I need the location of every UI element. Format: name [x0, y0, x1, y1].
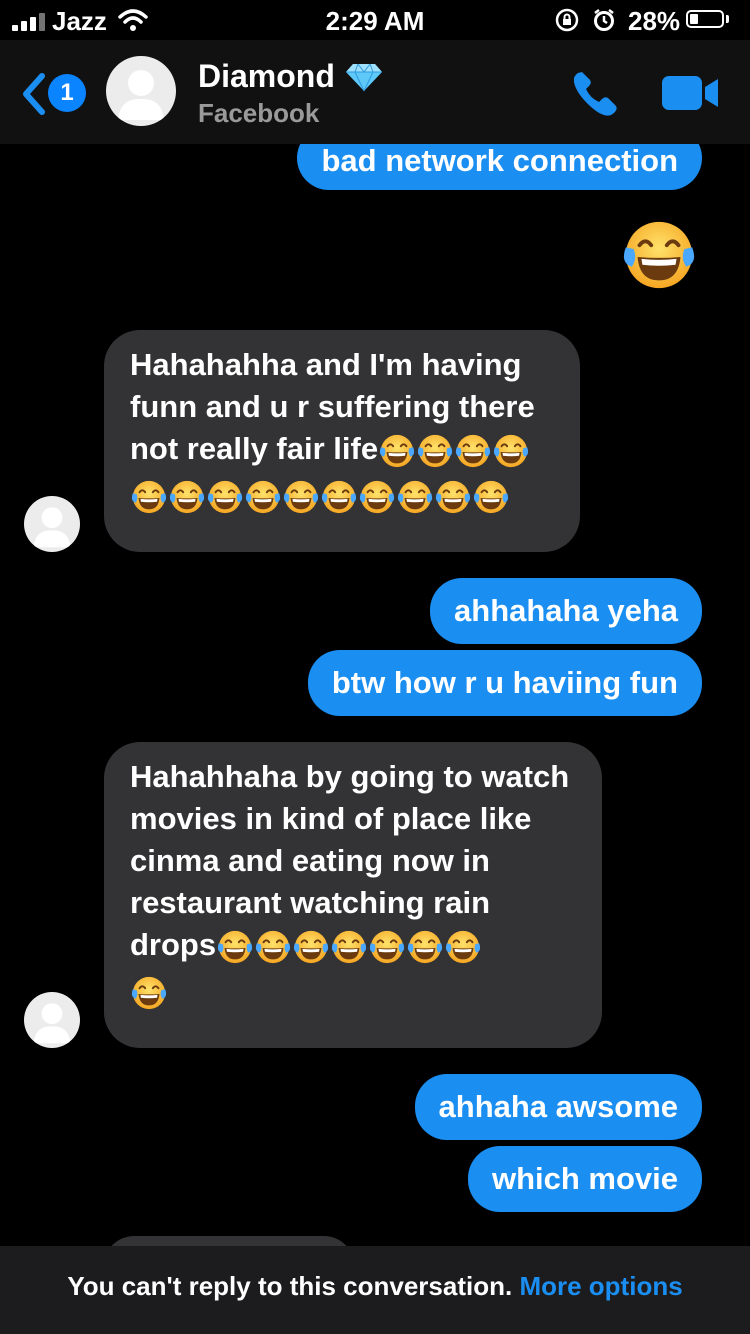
- contact-subtitle: Facebook: [198, 98, 320, 128]
- status-bar: Jazz 2:29 AM 28%: [0, 0, 750, 40]
- tears-of-joy-emoji-icon: [359, 480, 395, 513]
- battery-icon: [686, 10, 724, 28]
- alarm-icon: [594, 9, 614, 31]
- emoji-row: [130, 970, 576, 1012]
- contact-avatar[interactable]: [106, 56, 176, 126]
- more-options-link[interactable]: More options: [519, 1271, 682, 1301]
- tears-of-joy-emoji-icon: [207, 480, 243, 513]
- tears-of-joy-emoji-icon: [446, 930, 481, 963]
- tears-of-joy-emoji-icon: [256, 930, 291, 963]
- tears-of-joy-emoji-icon: [131, 976, 167, 1009]
- outgoing-message[interactable]: which movie: [467, 1146, 702, 1212]
- tears-of-joy-emoji-icon: [397, 480, 433, 513]
- contact-name[interactable]: Diamond: [198, 58, 335, 95]
- reply-disabled-text: You can't reply to this conversation.: [67, 1271, 513, 1301]
- message-text: ahhaha awsome: [438, 1089, 678, 1124]
- tears-of-joy-emoji-icon: [370, 930, 405, 963]
- tears-of-joy-emoji-icon: [169, 480, 205, 513]
- default-profile-icon: [118, 70, 164, 120]
- incoming-message[interactable]: Hahahahha and I'm having funn and u r su…: [104, 330, 580, 552]
- outgoing-message[interactable]: ahhaha awsome: [414, 1074, 702, 1140]
- message-text: btw how r u haviing fun: [331, 665, 678, 700]
- tears-of-joy-emoji-icon: [283, 480, 319, 513]
- battery-level: [690, 14, 698, 24]
- battery-percent: 28%: [628, 6, 681, 36]
- tears-of-joy-emoji-icon: [408, 930, 443, 963]
- conversation-header: 1 Diamond Facebook: [0, 40, 750, 144]
- tears-of-joy-emoji-icon: [493, 434, 529, 467]
- sender-avatar[interactable]: [24, 992, 80, 1048]
- message-text: ahhahaha yeha: [454, 593, 678, 628]
- tears-of-joy-emoji-icon: [473, 480, 509, 513]
- tears-of-joy-emoji-icon: [435, 480, 471, 513]
- unread-badge[interactable]: 1: [48, 74, 86, 112]
- tears-of-joy-emoji-icon: [131, 480, 167, 513]
- incoming-message[interactable]: Hahahhaha by going to watch movies in ki…: [104, 742, 602, 1048]
- tears-of-joy-emoji-icon[interactable]: [620, 216, 698, 294]
- message-text: bad network connection: [321, 143, 678, 178]
- tears-of-joy-emoji-icon: [294, 930, 329, 963]
- reply-disabled-banner: You can't reply to this conversation. Mo…: [0, 1246, 750, 1334]
- orientation-lock-icon: [555, 8, 579, 32]
- tears-of-joy-emoji-icon: [218, 930, 253, 963]
- tears-of-joy-emoji-icon: [379, 434, 415, 467]
- tears-of-joy-emoji-icon: [245, 480, 281, 513]
- message-text: which movie: [491, 1161, 678, 1196]
- diamond-icon: [345, 63, 382, 91]
- default-profile-icon: [33, 1003, 71, 1044]
- tears-of-joy-emoji-icon: [417, 434, 453, 467]
- phone-icon[interactable]: [570, 68, 620, 118]
- default-profile-icon: [33, 507, 71, 548]
- outgoing-message[interactable]: btw how r u haviing fun: [307, 650, 702, 716]
- outgoing-message[interactable]: ahhahaha yeha: [430, 578, 702, 644]
- back-chevron-icon[interactable]: [18, 70, 48, 118]
- video-camera-icon[interactable]: [662, 74, 720, 112]
- emoji-row: [130, 474, 554, 516]
- tears-of-joy-emoji-icon: [321, 480, 357, 513]
- tears-of-joy-emoji-icon: [455, 434, 491, 467]
- sender-avatar[interactable]: [24, 496, 80, 552]
- tears-of-joy-emoji-icon: [332, 930, 367, 963]
